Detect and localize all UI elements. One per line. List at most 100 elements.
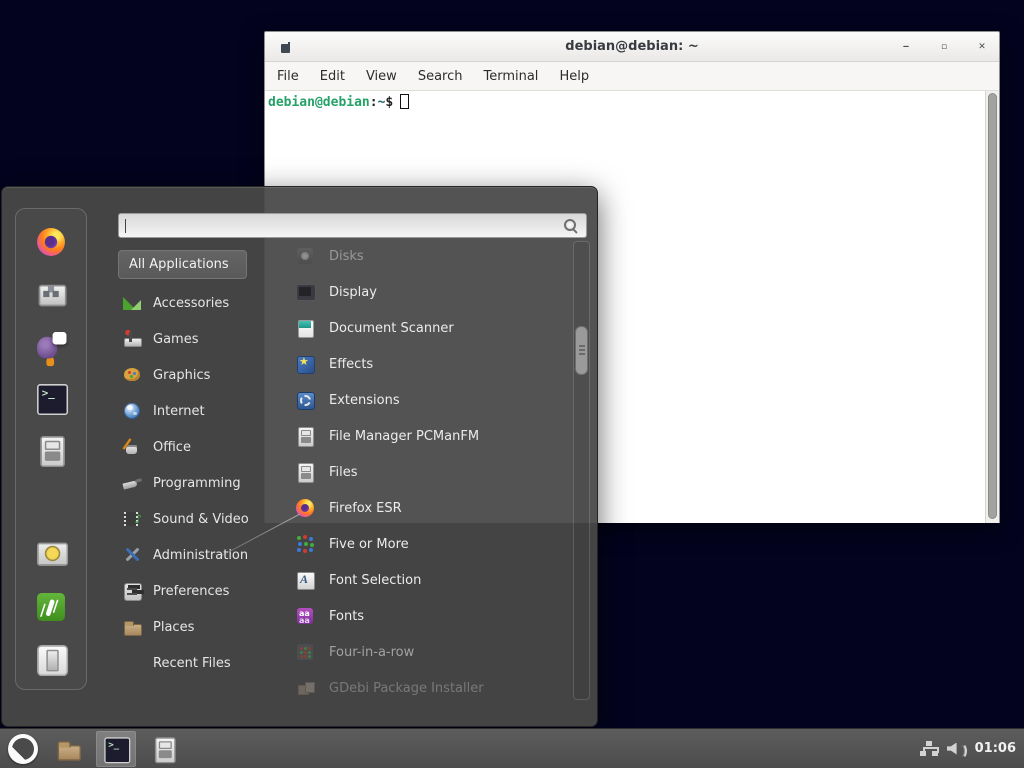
category-item-internet[interactable]: Internet [118, 393, 268, 429]
lock-screen-button[interactable] [29, 538, 73, 571]
terminal-app-icon [36, 382, 67, 413]
terminal-scrollbar[interactable] [985, 91, 999, 523]
terminal-menu-terminal[interactable]: Terminal [483, 69, 538, 84]
favorites-panel [15, 208, 87, 690]
favorite-file-cabinet[interactable] [29, 433, 73, 466]
app-item-files[interactable]: Files [284, 454, 570, 490]
menu-logo-icon [8, 734, 38, 764]
app-item-file-manager-pcmanfm[interactable]: File Manager PCManFM [284, 418, 570, 454]
preferences-icon [122, 581, 142, 601]
terminal-menu-file[interactable]: File [277, 69, 299, 84]
category-item-accessories[interactable]: Accessories [118, 285, 268, 321]
favorite-package-manager[interactable] [29, 277, 73, 310]
app-item-fonts[interactable]: Fonts [284, 598, 570, 634]
menu-scrollbar-thumb[interactable] [575, 326, 588, 375]
taskbar-window-terminal-app[interactable] [96, 731, 136, 767]
favorite-firefox[interactable] [29, 225, 73, 258]
prompt-user-host: debian@debian [268, 95, 370, 110]
display-icon [295, 282, 315, 302]
app-label: Five or More [329, 537, 409, 552]
maximize-button[interactable]: ▫ [937, 40, 951, 54]
file-cabinet-icon [295, 426, 315, 446]
app-item-five-or-more[interactable]: Five or More [284, 526, 570, 562]
session-buttons-group [29, 538, 73, 675]
terminal-app-icon [103, 736, 129, 762]
close-button[interactable]: ✕ [975, 40, 989, 54]
taskbar-window-file-cabinet[interactable] [144, 731, 184, 767]
effects-icon [295, 354, 315, 374]
menu-button[interactable] [0, 729, 46, 768]
app-item-firefox-esr[interactable]: Firefox ESR [284, 490, 570, 526]
app-label: Firefox ESR [329, 501, 402, 516]
category-label: Sound & Video [153, 512, 249, 527]
app-item-document-scanner[interactable]: Document Scanner [284, 310, 570, 346]
terminal-scrollbar-thumb[interactable] [988, 93, 997, 519]
app-item-extensions[interactable]: Extensions [284, 382, 570, 418]
prompt-symbol: $ [385, 95, 393, 110]
application-list: DisksDisplayDocument Scanner Effects Exten… [284, 233, 570, 701]
volume-icon[interactable] [945, 739, 965, 759]
clock[interactable]: 01:06 [975, 741, 1016, 756]
fonts-icon [295, 606, 315, 626]
category-item-office[interactable]: Office [118, 429, 268, 465]
category-label: Preferences [153, 584, 229, 599]
network-icon[interactable] [919, 739, 939, 759]
category-label: Administration [153, 548, 248, 563]
terminal-window-title: debian@debian: ~ [265, 39, 999, 54]
package-manager-icon [36, 278, 67, 309]
terminal-menu-help[interactable]: Help [559, 69, 589, 84]
category-label: Graphics [153, 368, 210, 383]
app-label: Fonts [329, 609, 364, 624]
firefox-icon [36, 226, 67, 257]
category-item-recent-files[interactable]: Recent Files [118, 645, 268, 681]
programming-icon [122, 473, 142, 493]
terminal-titlebar[interactable]: debian@debian: ~ ‒ ▫ ✕ [265, 32, 999, 62]
app-item-effects[interactable]: Effects [284, 346, 570, 382]
search-caret [125, 219, 126, 233]
category-label: Programming [153, 476, 241, 491]
category-label: Office [153, 440, 191, 455]
app-item-four-in-a-row[interactable]: Four-in-a-row [284, 634, 570, 670]
pidgin-icon [36, 330, 67, 361]
terminal-menu-search[interactable]: Search [418, 69, 463, 84]
terminal-prompt: debian@debian:~$ [268, 94, 409, 110]
app-label: Effects [329, 357, 373, 372]
accessories-icon [122, 293, 142, 313]
logout-button[interactable] [29, 590, 73, 623]
menu-scrollbar[interactable] [573, 241, 590, 700]
app-item-gdebi-package-installer[interactable]: GDebi Package Installer [284, 670, 570, 701]
app-item-disks[interactable]: Disks [284, 238, 570, 274]
graphics-icon [122, 365, 142, 385]
category-item-sound-video[interactable]: Sound & Video [118, 501, 268, 537]
favorite-terminal-app[interactable] [29, 381, 73, 414]
app-label: File Manager PCManFM [329, 429, 479, 444]
logout-icon [36, 591, 67, 622]
games-icon [122, 329, 142, 349]
category-item-games[interactable]: Games [118, 321, 268, 357]
none-icon [122, 653, 142, 673]
app-label: Files [329, 465, 358, 480]
five-or-more-icon [295, 534, 315, 554]
minimize-button[interactable]: ‒ [899, 40, 913, 54]
office-icon [122, 437, 142, 457]
app-item-font-selection[interactable]: Font Selection [284, 562, 570, 598]
desktop[interactable]: debian@debian: ~ ‒ ▫ ✕ File Edit View Search T… [0, 0, 1024, 768]
window-list [48, 731, 184, 767]
terminal-menu-view[interactable]: View [366, 69, 397, 84]
category-item-graphics[interactable]: Graphics [118, 357, 268, 393]
favorite-pidgin[interactable] [29, 329, 73, 362]
app-label: Four-in-a-row [329, 645, 414, 660]
category-item-programming[interactable]: Programming [118, 465, 268, 501]
font-selection-icon [295, 570, 315, 590]
category-item-preferences[interactable]: Preferences [118, 573, 268, 609]
app-item-display[interactable]: Display [284, 274, 570, 310]
category-label: Games [153, 332, 198, 347]
taskbar-window-folder[interactable] [48, 731, 88, 767]
category-item-places[interactable]: Places [118, 609, 268, 645]
category-list: Accessories Games Graphics Internet Office Pr… [118, 285, 268, 681]
terminal-menu-edit[interactable]: Edit [320, 69, 345, 84]
shutdown-button[interactable] [29, 642, 73, 675]
file-cabinet-icon [295, 462, 315, 482]
all-applications-button[interactable]: All Applications [118, 250, 247, 279]
file-cabinet-icon [36, 434, 67, 465]
